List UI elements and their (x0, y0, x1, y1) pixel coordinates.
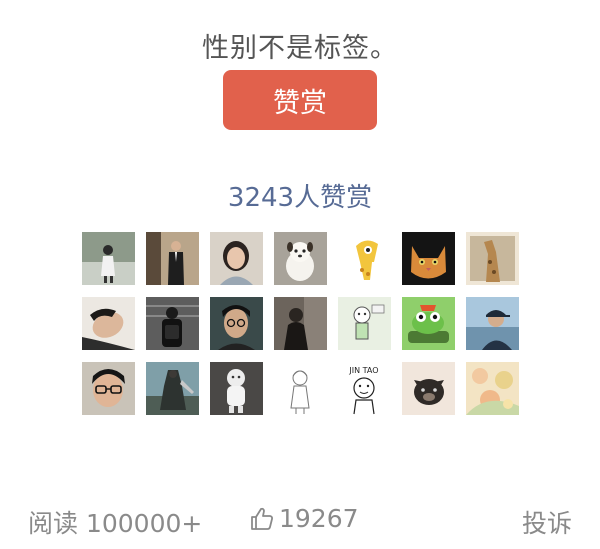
like-button[interactable]: 19267 (249, 504, 359, 533)
avatar-man-cap-sea[interactable] (466, 297, 519, 350)
read-count: 100000+ (85, 509, 203, 538)
reward-count-suffix: 人赞赏 (294, 183, 373, 213)
article-footer: 阅读 100000+ 19267 投诉 (28, 500, 572, 540)
avatar-game-character[interactable] (146, 362, 199, 415)
like-count: 19267 (279, 504, 359, 533)
avatar-white-puppy[interactable] (274, 232, 327, 285)
reward-avatar-grid: JIN TAO (82, 232, 519, 415)
avatar-frog-tank[interactable] (402, 297, 455, 350)
avatar-woman-smiling[interactable] (210, 232, 263, 285)
reward-count-text[interactable]: 3243人赞赏 (0, 177, 600, 214)
avatar-man-glasses[interactable] (210, 297, 263, 350)
report-link[interactable]: 投诉 (522, 504, 572, 540)
avatar-cartoon-giraffe[interactable] (338, 232, 391, 285)
avatar-floral-art[interactable] (466, 362, 519, 415)
avatar-giraffe-photo[interactable] (466, 232, 519, 285)
article-reward-section: 性别不是标签。 赞赏 3243人赞赏 JIN TAO 阅读 100000+ 19… (0, 0, 600, 549)
avatar-man-suit[interactable] (146, 232, 199, 285)
avatar-man-lying[interactable] (82, 297, 135, 350)
reward-button[interactable]: 赞赏 (223, 70, 377, 130)
avatar-sketch-girl[interactable] (274, 362, 327, 415)
thumbs-up-icon (251, 507, 273, 530)
avatar-man-glasses-face[interactable] (82, 362, 135, 415)
read-stat: 阅读 100000+ (28, 504, 202, 540)
avatar-bulldog[interactable] (402, 362, 455, 415)
avatar-jintao-doodle[interactable]: JIN TAO (338, 362, 391, 415)
avatar-cartoon-figure[interactable] (338, 297, 391, 350)
avatar-orange-cat[interactable] (402, 232, 455, 285)
avatar-person-backpack[interactable] (146, 297, 199, 350)
reward-count-number: 3243 (227, 183, 295, 213)
svg-text:JIN TAO: JIN TAO (348, 366, 378, 375)
read-label: 阅读 (28, 509, 79, 538)
avatar-person-standing[interactable] (82, 232, 135, 285)
avatar-person-dark[interactable] (274, 297, 327, 350)
avatar-white-figurine[interactable] (210, 362, 263, 415)
article-closing-line: 性别不是标签。 (202, 33, 398, 64)
